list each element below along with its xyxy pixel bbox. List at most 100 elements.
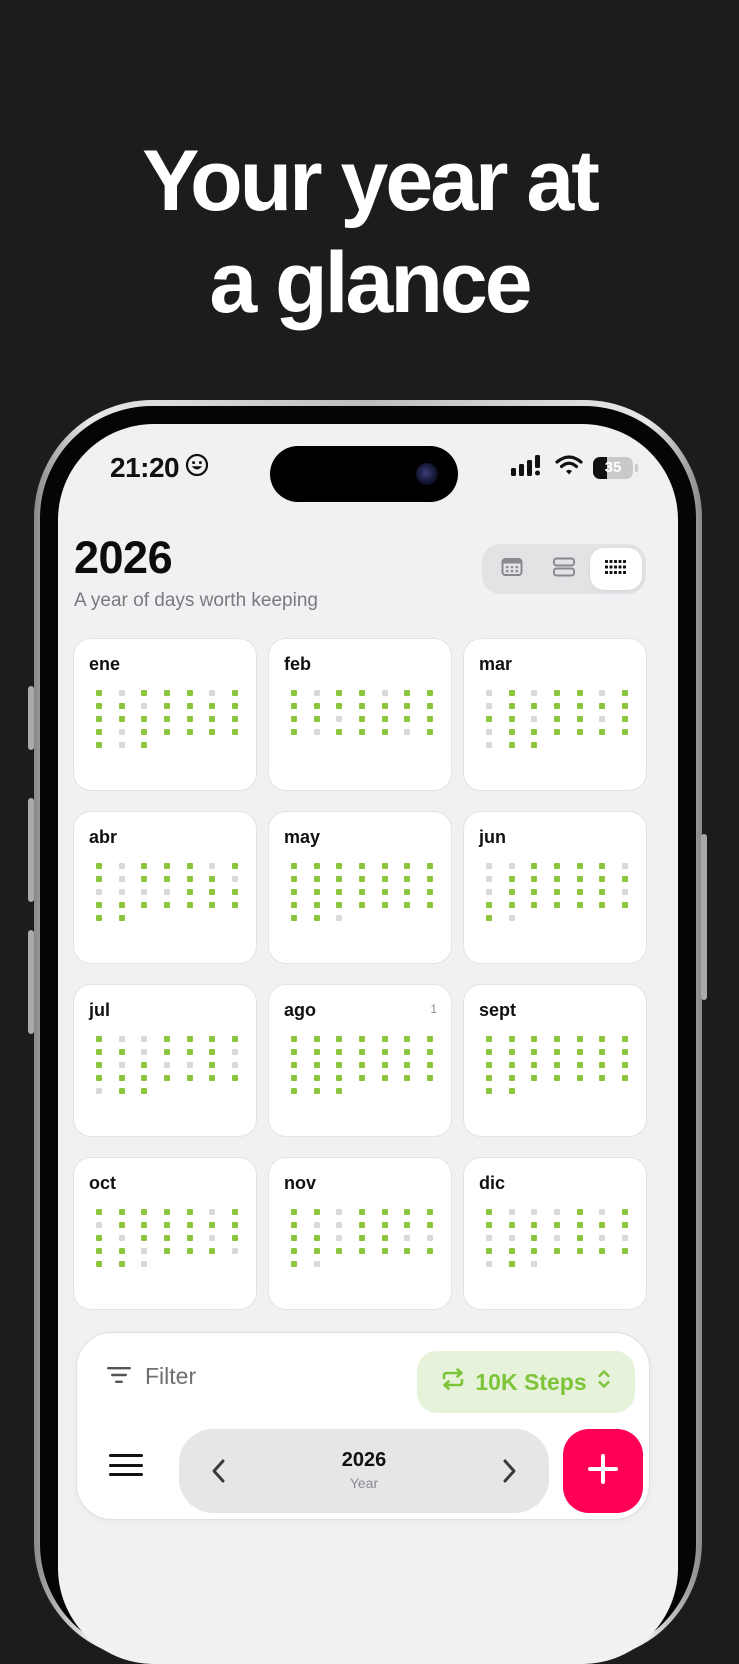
- day-dot-done: [164, 1235, 171, 1241]
- month-card-mar[interactable]: mar: [463, 638, 647, 791]
- day-dot-done: [359, 729, 366, 735]
- day-dot-done: [404, 1036, 411, 1042]
- month-name: abr: [89, 827, 118, 847]
- current-year: 2026: [341, 1449, 387, 1471]
- day-dot-done: [427, 863, 434, 869]
- focus-smiley-icon: [185, 452, 209, 484]
- day-dot-done: [404, 703, 411, 709]
- day-dot-done: [531, 1036, 538, 1042]
- day-dot-done: [164, 1049, 171, 1055]
- day-dot-missed: [186, 1062, 193, 1068]
- day-dot-missed: [118, 1062, 125, 1068]
- day-dot-done: [554, 1062, 561, 1068]
- day-dot-done: [486, 902, 492, 908]
- day-dot-missed: [427, 1235, 434, 1241]
- camera-icon: [416, 463, 438, 485]
- habit-selector-button[interactable]: 10K Steps: [417, 1351, 635, 1413]
- day-dot-done: [531, 742, 538, 748]
- day-dot-missed: [486, 742, 492, 748]
- day-dot-done: [359, 1036, 366, 1042]
- day-dot-done: [599, 1222, 606, 1228]
- month-card-feb[interactable]: feb: [268, 638, 452, 791]
- month-name: nov: [284, 1173, 317, 1193]
- day-dot-missed: [599, 690, 606, 696]
- month-card-may[interactable]: may: [268, 811, 452, 964]
- day-dots-grid: [96, 863, 239, 923]
- day-dot-done: [554, 1049, 561, 1055]
- day-dot-done: [508, 1036, 515, 1042]
- day-dot-done: [164, 729, 171, 735]
- day-dot-done: [404, 1062, 411, 1068]
- view-calendar-button[interactable]: [486, 548, 538, 590]
- day-dot-done: [531, 703, 538, 709]
- day-dot-done: [209, 703, 216, 709]
- status-time-text: 21:20: [110, 452, 180, 483]
- day-dot-done: [381, 902, 388, 908]
- day-dot-done: [118, 703, 125, 709]
- day-dot-done: [291, 1049, 297, 1055]
- filter-button[interactable]: Filter: [107, 1363, 196, 1390]
- day-dot-done: [186, 876, 193, 882]
- month-card-jun[interactable]: jun: [463, 811, 647, 964]
- day-dot-done: [486, 1062, 492, 1068]
- day-dot-missed: [232, 876, 239, 882]
- day-dot-done: [336, 1049, 343, 1055]
- month-card-oct[interactable]: oct: [73, 1157, 257, 1310]
- month-card-sept[interactable]: sept: [463, 984, 647, 1137]
- day-dot-done: [531, 1248, 538, 1254]
- day-dot-done: [381, 1062, 388, 1068]
- day-dot-missed: [486, 889, 492, 895]
- wifi-icon: [555, 454, 583, 481]
- filter-icon: [107, 1363, 131, 1390]
- day-dot-done: [622, 729, 629, 735]
- month-name: ene: [89, 654, 121, 674]
- day-dot-done: [359, 1062, 366, 1068]
- day-dot-done: [118, 716, 125, 722]
- day-dots-grid: [291, 1036, 434, 1096]
- day-dot-done: [118, 1248, 125, 1254]
- day-dot-done: [381, 729, 388, 735]
- day-dot-done: [427, 889, 434, 895]
- next-year-button[interactable]: [499, 1457, 519, 1485]
- day-dot-done: [141, 1062, 148, 1068]
- day-dot-done: [359, 1049, 366, 1055]
- day-dot-missed: [486, 1261, 492, 1267]
- month-card-ago[interactable]: ago 1: [268, 984, 452, 1137]
- day-dot-done: [291, 1062, 297, 1068]
- day-dot-done: [141, 1235, 148, 1241]
- add-entry-button[interactable]: [563, 1429, 643, 1513]
- day-dot-done: [381, 1235, 388, 1241]
- day-dot-done: [209, 876, 216, 882]
- day-dot-done: [291, 703, 297, 709]
- day-dot-done: [141, 902, 148, 908]
- status-indicators: 35: [511, 454, 638, 481]
- day-dots-grid: [486, 863, 629, 923]
- day-dot-done: [554, 729, 561, 735]
- day-dots-grid: [96, 690, 239, 750]
- period-label: Year: [349, 1475, 379, 1491]
- day-dot-done: [576, 1036, 583, 1042]
- month-card-jul[interactable]: jul: [73, 984, 257, 1137]
- battery-percent: 35: [604, 458, 622, 476]
- month-card-ene[interactable]: ene: [73, 638, 257, 791]
- day-dot-missed: [118, 729, 125, 735]
- day-dot-done: [381, 876, 388, 882]
- day-dot-done: [359, 1235, 366, 1241]
- day-dot-done: [291, 863, 297, 869]
- month-name: ago: [284, 1000, 317, 1020]
- day-dot-missed: [141, 889, 148, 895]
- month-card-abr[interactable]: abr: [73, 811, 257, 964]
- view-grid-button[interactable]: [590, 548, 642, 590]
- day-dot-done: [96, 1248, 102, 1254]
- month-card-dic[interactable]: dic: [463, 1157, 647, 1310]
- day-dot-done: [141, 1222, 148, 1228]
- day-dot-done: [381, 863, 388, 869]
- menu-button[interactable]: [109, 1451, 143, 1479]
- day-dot-done: [232, 690, 239, 696]
- month-card-nov[interactable]: nov: [268, 1157, 452, 1310]
- day-dot-done: [576, 1235, 583, 1241]
- view-rows-button[interactable]: [538, 548, 590, 590]
- day-dot-done: [599, 1049, 606, 1055]
- day-dots-grid: [96, 1036, 239, 1096]
- day-dot-done: [381, 716, 388, 722]
